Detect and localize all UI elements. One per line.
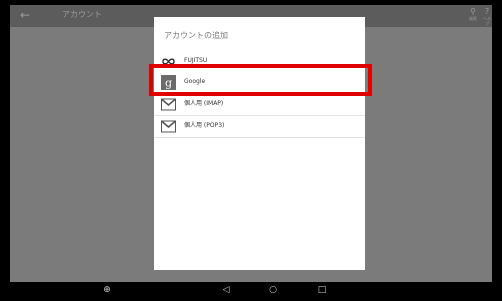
help-label: ヘルプ [483, 16, 491, 26]
add-account-dialog: アカウントの追加 FUJITSU g Google 個人用 (IMAP) 個人用… [154, 17, 365, 270]
gmail-m-icon [161, 120, 176, 133]
account-item-imap[interactable]: 個人用 (IMAP) [154, 94, 365, 116]
account-item-label: 個人用 (POP3) [184, 122, 225, 129]
page-title: アカウント [62, 10, 102, 19]
screen: ← アカウント ⚲ 検索 ? ヘルプ アカウントの追加 FUJITSU g Go… [10, 5, 492, 282]
search-label: 検索 [469, 16, 477, 21]
dialog-title: アカウントの追加 [164, 31, 228, 40]
account-item-pop3[interactable]: 個人用 (POP3) [154, 116, 365, 138]
gmail-m-icon [161, 98, 176, 111]
nav-recents-icon[interactable]: □ [315, 284, 329, 296]
help-icon: ? [484, 7, 490, 16]
screenshot-icon[interactable]: ⊕ [100, 284, 114, 296]
account-item-label: 個人用 (IMAP) [184, 100, 224, 107]
search-button[interactable]: ⚲ 検索 [466, 7, 480, 25]
system-nav-bar: ⊕ ◁ ○ □ [10, 282, 492, 299]
search-icon: ⚲ [470, 7, 476, 16]
nav-home-icon[interactable]: ○ [266, 284, 280, 296]
help-button[interactable]: ? ヘルプ [482, 7, 492, 26]
highlight-box [149, 64, 372, 96]
back-arrow-icon[interactable]: ← [18, 8, 32, 22]
nav-back-icon[interactable]: ◁ [219, 284, 233, 296]
